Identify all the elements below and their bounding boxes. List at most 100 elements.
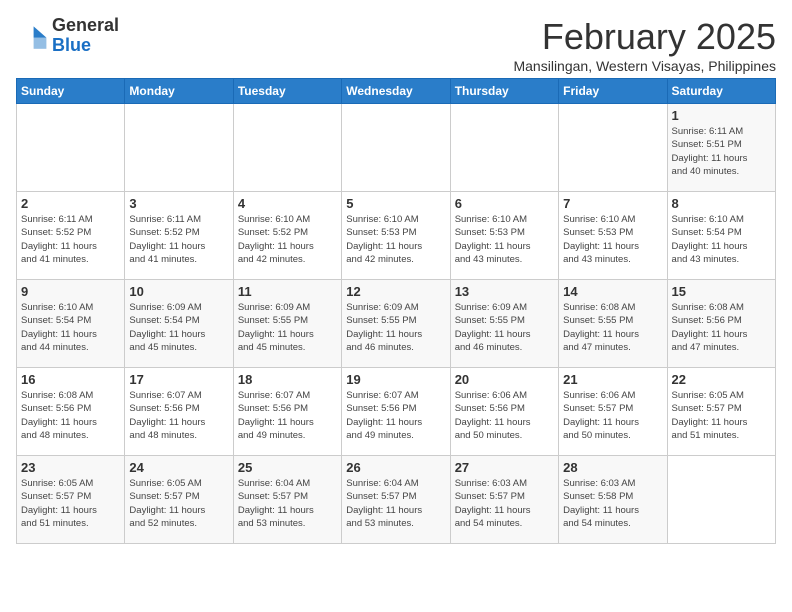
calendar-cell: 19 Sunrise: 6:07 AM Sunset: 5:56 PM Dayli… xyxy=(342,368,450,456)
weekday-header-friday: Friday xyxy=(559,79,667,104)
calendar-cell: 10 Sunrise: 6:09 AM Sunset: 5:54 PM Dayli… xyxy=(125,280,233,368)
day-number: 6 xyxy=(455,196,554,211)
day-number: 18 xyxy=(238,372,337,387)
day-number: 27 xyxy=(455,460,554,475)
day-info: Sunrise: 6:05 AM Sunset: 5:57 PM Dayligh… xyxy=(21,477,120,530)
day-info: Sunrise: 6:11 AM Sunset: 5:52 PM Dayligh… xyxy=(21,213,120,266)
day-info: Sunrise: 6:08 AM Sunset: 5:56 PM Dayligh… xyxy=(21,389,120,442)
day-number: 22 xyxy=(672,372,771,387)
day-number: 2 xyxy=(21,196,120,211)
calendar-cell: 25 Sunrise: 6:04 AM Sunset: 5:57 PM Dayli… xyxy=(233,456,341,544)
day-number: 8 xyxy=(672,196,771,211)
day-number: 13 xyxy=(455,284,554,299)
logo-text: General Blue xyxy=(52,16,119,56)
day-number: 15 xyxy=(672,284,771,299)
calendar-cell: 18Sunrise: 6:07 AM Sunset: 5:56 PM Dayli… xyxy=(233,368,341,456)
day-info: Sunrise: 6:09 AM Sunset: 5:55 PM Dayligh… xyxy=(346,301,445,354)
day-info: Sunrise: 6:08 AM Sunset: 5:56 PM Dayligh… xyxy=(672,301,771,354)
calendar-table: SundayMondayTuesdayWednesdayThursdayFrid… xyxy=(16,78,776,544)
day-number: 20 xyxy=(455,372,554,387)
calendar-cell: 4 Sunrise: 6:10 AM Sunset: 5:52 PM Daylig… xyxy=(233,192,341,280)
weekday-header-monday: Monday xyxy=(125,79,233,104)
day-number: 11 xyxy=(238,284,337,299)
day-info: Sunrise: 6:07 AM Sunset: 5:56 PM Dayligh… xyxy=(129,389,228,442)
weekday-header-thursday: Thursday xyxy=(450,79,558,104)
day-number: 9 xyxy=(21,284,120,299)
calendar-cell: 21 Sunrise: 6:06 AM Sunset: 5:57 PM Dayli… xyxy=(559,368,667,456)
day-info: Sunrise: 6:03 AM Sunset: 5:58 PM Dayligh… xyxy=(563,477,662,530)
calendar-cell: 8 Sunrise: 6:10 AM Sunset: 5:54 PM Daylig… xyxy=(667,192,775,280)
calendar-cell xyxy=(125,104,233,192)
day-info: Sunrise: 6:09 AM Sunset: 5:54 PM Dayligh… xyxy=(129,301,228,354)
calendar-cell xyxy=(450,104,558,192)
day-number: 12 xyxy=(346,284,445,299)
day-number: 3 xyxy=(129,196,228,211)
weekday-header-wednesday: Wednesday xyxy=(342,79,450,104)
calendar-cell: 11 Sunrise: 6:09 AM Sunset: 5:55 PM Dayli… xyxy=(233,280,341,368)
calendar-cell xyxy=(17,104,125,192)
day-info: Sunrise: 6:04 AM Sunset: 5:57 PM Dayligh… xyxy=(346,477,445,530)
day-info: Sunrise: 6:06 AM Sunset: 5:57 PM Dayligh… xyxy=(563,389,662,442)
calendar-week-1: 1Sunrise: 6:11 AM Sunset: 5:51 PM Daylig… xyxy=(17,104,776,192)
day-number: 1 xyxy=(672,108,771,123)
calendar-cell: 5 Sunrise: 6:10 AM Sunset: 5:53 PM Daylig… xyxy=(342,192,450,280)
calendar-cell: 7 Sunrise: 6:10 AM Sunset: 5:53 PM Daylig… xyxy=(559,192,667,280)
calendar-cell: 15 Sunrise: 6:08 AM Sunset: 5:56 PM Dayli… xyxy=(667,280,775,368)
day-info: Sunrise: 6:10 AM Sunset: 5:54 PM Dayligh… xyxy=(21,301,120,354)
day-number: 28 xyxy=(563,460,662,475)
day-number: 23 xyxy=(21,460,120,475)
weekday-header-saturday: Saturday xyxy=(667,79,775,104)
day-info: Sunrise: 6:09 AM Sunset: 5:55 PM Dayligh… xyxy=(238,301,337,354)
day-info: Sunrise: 6:10 AM Sunset: 5:53 PM Dayligh… xyxy=(563,213,662,266)
calendar-cell: 17 Sunrise: 6:07 AM Sunset: 5:56 PM Dayli… xyxy=(125,368,233,456)
calendar-week-2: 2 Sunrise: 6:11 AM Sunset: 5:52 PM Daylig… xyxy=(17,192,776,280)
day-number: 19 xyxy=(346,372,445,387)
day-number: 21 xyxy=(563,372,662,387)
day-number: 25 xyxy=(238,460,337,475)
calendar-cell: 3 Sunrise: 6:11 AM Sunset: 5:52 PM Daylig… xyxy=(125,192,233,280)
calendar-cell: 9 Sunrise: 6:10 AM Sunset: 5:54 PM Daylig… xyxy=(17,280,125,368)
page-header: General Blue February 2025 Mansilingan, … xyxy=(16,16,776,74)
weekday-header-sunday: Sunday xyxy=(17,79,125,104)
day-info: Sunrise: 6:11 AM Sunset: 5:52 PM Dayligh… xyxy=(129,213,228,266)
calendar-cell: 23 Sunrise: 6:05 AM Sunset: 5:57 PM Dayli… xyxy=(17,456,125,544)
day-info: Sunrise: 6:03 AM Sunset: 5:57 PM Dayligh… xyxy=(455,477,554,530)
day-info: Sunrise: 6:08 AM Sunset: 5:55 PM Dayligh… xyxy=(563,301,662,354)
day-info: Sunrise: 6:10 AM Sunset: 5:52 PM Dayligh… xyxy=(238,213,337,266)
calendar-cell xyxy=(233,104,341,192)
day-number: 7 xyxy=(563,196,662,211)
day-number: 4 xyxy=(238,196,337,211)
calendar-cell: 28 Sunrise: 6:03 AM Sunset: 5:58 PM Dayli… xyxy=(559,456,667,544)
location-subtitle: Mansilingan, Western Visayas, Philippine… xyxy=(513,58,776,74)
day-info: Sunrise: 6:07 AM Sunset: 5:56 PM Dayligh… xyxy=(346,389,445,442)
calendar-week-3: 9 Sunrise: 6:10 AM Sunset: 5:54 PM Daylig… xyxy=(17,280,776,368)
day-number: 5 xyxy=(346,196,445,211)
calendar-cell: 22 Sunrise: 6:05 AM Sunset: 5:57 PM Dayli… xyxy=(667,368,775,456)
day-info: Sunrise: 6:09 AM Sunset: 5:55 PM Dayligh… xyxy=(455,301,554,354)
day-info: Sunrise: 6:10 AM Sunset: 5:54 PM Dayligh… xyxy=(672,213,771,266)
day-number: 16 xyxy=(21,372,120,387)
calendar-cell: 6 Sunrise: 6:10 AM Sunset: 5:53 PM Daylig… xyxy=(450,192,558,280)
calendar-week-5: 23 Sunrise: 6:05 AM Sunset: 5:57 PM Dayli… xyxy=(17,456,776,544)
day-info: Sunrise: 6:10 AM Sunset: 5:53 PM Dayligh… xyxy=(346,213,445,266)
calendar-cell: 16 Sunrise: 6:08 AM Sunset: 5:56 PM Dayli… xyxy=(17,368,125,456)
calendar-cell xyxy=(342,104,450,192)
calendar-cell: 26 Sunrise: 6:04 AM Sunset: 5:57 PM Dayli… xyxy=(342,456,450,544)
day-number: 24 xyxy=(129,460,228,475)
calendar-cell: 27 Sunrise: 6:03 AM Sunset: 5:57 PM Dayli… xyxy=(450,456,558,544)
title-area: February 2025 Mansilingan, Western Visay… xyxy=(513,16,776,74)
month-title: February 2025 xyxy=(513,16,776,58)
calendar-week-4: 16 Sunrise: 6:08 AM Sunset: 5:56 PM Dayli… xyxy=(17,368,776,456)
calendar-cell: 12 Sunrise: 6:09 AM Sunset: 5:55 PM Dayli… xyxy=(342,280,450,368)
day-number: 26 xyxy=(346,460,445,475)
weekday-header-tuesday: Tuesday xyxy=(233,79,341,104)
day-info: Sunrise: 6:05 AM Sunset: 5:57 PM Dayligh… xyxy=(129,477,228,530)
day-info: Sunrise: 6:06 AM Sunset: 5:56 PM Dayligh… xyxy=(455,389,554,442)
day-number: 10 xyxy=(129,284,228,299)
calendar-cell: 1Sunrise: 6:11 AM Sunset: 5:51 PM Daylig… xyxy=(667,104,775,192)
day-info: Sunrise: 6:04 AM Sunset: 5:57 PM Dayligh… xyxy=(238,477,337,530)
day-info: Sunrise: 6:10 AM Sunset: 5:53 PM Dayligh… xyxy=(455,213,554,266)
day-info: Sunrise: 6:05 AM Sunset: 5:57 PM Dayligh… xyxy=(672,389,771,442)
calendar-cell xyxy=(559,104,667,192)
day-number: 17 xyxy=(129,372,228,387)
